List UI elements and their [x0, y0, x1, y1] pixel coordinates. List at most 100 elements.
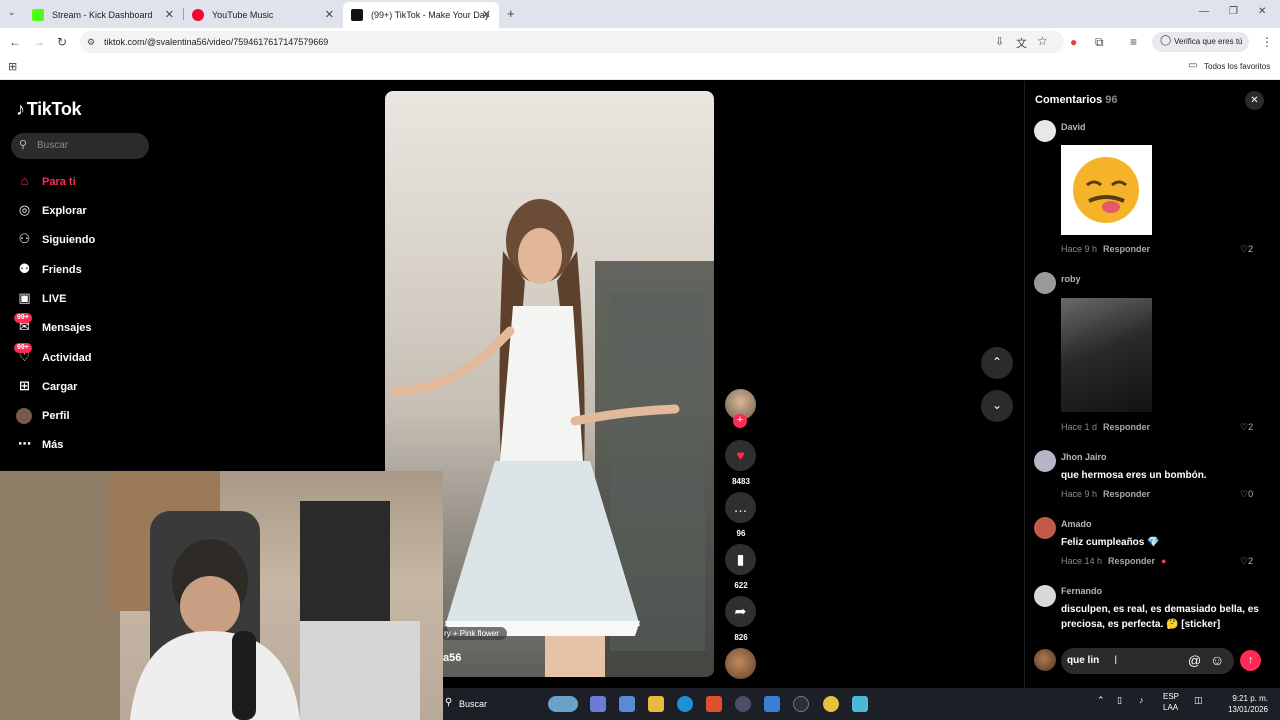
avatar[interactable]: [1034, 120, 1056, 142]
next-video-button[interactable]: ⌄: [981, 390, 1013, 422]
webcam-overlay: [0, 471, 443, 720]
like-count: 8483: [732, 477, 750, 486]
share-icon: ➦: [734, 603, 747, 619]
url-text[interactable]: tiktok.com/@svalentina56/video/759461761…: [104, 37, 328, 47]
tab-tiktok[interactable]: (99+) TikTok - Make Your Day ✕: [343, 2, 499, 28]
apps-icon[interactable]: ⊞: [8, 60, 17, 73]
battery-icon[interactable]: ▯: [1117, 695, 1122, 706]
kick-favicon: [32, 9, 44, 21]
reply-button[interactable]: Responder: [1108, 556, 1155, 566]
network-icon[interactable]: ◫: [1194, 695, 1203, 706]
comment-author[interactable]: Amado: [1061, 519, 1092, 529]
close-icon[interactable]: ✕: [482, 8, 491, 21]
my-avatar: [1034, 649, 1056, 671]
save-button[interactable]: ▮: [725, 544, 756, 575]
notepad-icon[interactable]: [852, 696, 868, 712]
brave-icon[interactable]: [706, 696, 722, 712]
close-icon[interactable]: ✕: [165, 8, 174, 21]
forward-icon[interactable]: →: [33, 35, 45, 49]
avatar[interactable]: [1034, 450, 1056, 472]
translate-icon[interactable]: 文: [1016, 35, 1027, 51]
reply-button[interactable]: Responder: [1103, 244, 1150, 254]
site-info-icon[interactable]: ⚙: [87, 37, 95, 48]
minimize-icon[interactable]: —: [1199, 6, 1209, 17]
comment-image[interactable]: [1061, 298, 1152, 412]
comment-like[interactable]: ♡2: [1240, 244, 1253, 255]
share-count: 826: [734, 633, 748, 642]
avatar[interactable]: [1034, 585, 1056, 607]
music-disc-avatar[interactable]: [725, 648, 756, 679]
comment-like[interactable]: ♡2: [1240, 556, 1253, 567]
author-caption[interactable]: a56: [443, 652, 461, 664]
comment-time: Hace 9 h: [1061, 244, 1098, 254]
heart-outline-icon: ♡: [1240, 556, 1249, 566]
comment-like[interactable]: ♡2: [1240, 422, 1253, 433]
comment-time: Hace 1 d: [1061, 422, 1098, 432]
logo-text: TikTok: [26, 99, 82, 119]
chevron-up-icon[interactable]: ⌃: [1097, 695, 1105, 706]
comment-button[interactable]: …: [725, 492, 756, 523]
reply-button[interactable]: Responder: [1103, 489, 1150, 499]
tab-kick[interactable]: Stream - Kick Dashboard ✕: [24, 2, 182, 28]
comment-like[interactable]: ♡0: [1240, 489, 1253, 500]
install-icon[interactable]: ⇩: [995, 35, 1004, 48]
window-close-icon[interactable]: ✕: [1258, 6, 1266, 17]
new-tab-icon[interactable]: +: [507, 6, 515, 21]
menu-icon[interactable]: ⋮: [1261, 35, 1273, 49]
comment-author[interactable]: David: [1061, 122, 1086, 132]
search-input[interactable]: ⚲ Buscar: [11, 133, 149, 159]
previous-video-button[interactable]: ⌃: [981, 347, 1013, 379]
store-icon[interactable]: [619, 696, 635, 712]
comment-author[interactable]: Jhon Jairo: [1061, 452, 1107, 462]
reply-button[interactable]: Responder: [1103, 422, 1150, 432]
tab-title: YouTube Music: [212, 10, 274, 20]
taskbar-search-label: Buscar: [459, 699, 488, 709]
close-comments-button[interactable]: ✕: [1245, 91, 1264, 110]
language-code[interactable]: ESP: [1163, 692, 1179, 701]
obs-icon[interactable]: [793, 696, 809, 712]
comment-input-value[interactable]: que lin: [1067, 655, 1099, 666]
chrome-icon[interactable]: [823, 696, 839, 712]
like-button[interactable]: ♥: [725, 440, 756, 471]
send-button[interactable]: ↑: [1240, 650, 1261, 671]
music-caption[interactable]: ry + Pink flower: [440, 627, 507, 640]
mail-icon[interactable]: [764, 696, 780, 712]
comment-author[interactable]: Fernando: [1061, 586, 1102, 596]
comment-meta: Hace 14 h Responder ●: [1061, 556, 1166, 566]
maximize-icon[interactable]: ❐: [1229, 6, 1238, 17]
clock[interactable]: 9:21 p. m. 13/01/2026: [1214, 693, 1268, 715]
back-icon[interactable]: ←: [9, 35, 21, 49]
file-explorer-icon[interactable]: [648, 696, 664, 712]
comment-like-count: 2: [1248, 556, 1254, 566]
media-control-icon[interactable]: ≡: [1130, 35, 1137, 49]
weather-widget-icon[interactable]: [548, 696, 578, 712]
tab-search-icon[interactable]: ⌄: [8, 7, 16, 18]
edge-icon[interactable]: [677, 696, 693, 712]
all-bookmarks-label[interactable]: Todos los favoritos: [1204, 62, 1270, 71]
more-icon: ⋯: [18, 436, 31, 451]
follow-plus-icon[interactable]: +: [733, 414, 747, 428]
avatar[interactable]: [1034, 517, 1056, 539]
tab-youtube-music[interactable]: YouTube Music ✕: [184, 2, 342, 28]
app-icon[interactable]: [735, 696, 751, 712]
microphone-icon[interactable]: ♪: [1139, 695, 1144, 705]
tiktok-logo[interactable]: ♪ TikTok: [16, 99, 82, 120]
bookmark-star-icon[interactable]: ☆: [1037, 34, 1048, 48]
comment-like-count: 2: [1248, 422, 1254, 432]
comment-sticker: [1061, 145, 1152, 235]
comment-author[interactable]: roby: [1061, 274, 1081, 284]
home-icon: ⌂: [20, 173, 29, 188]
profile-icon: ◯: [1160, 35, 1172, 46]
youtube-music-favicon: [192, 9, 204, 21]
reload-icon[interactable]: ↻: [57, 35, 67, 49]
extensions-icon[interactable]: ⧉: [1095, 35, 1104, 50]
copilot-icon[interactable]: [590, 696, 606, 712]
comment-count: 96: [736, 529, 746, 538]
extension-icon[interactable]: ●: [1070, 35, 1077, 49]
share-button[interactable]: ➦: [725, 596, 756, 627]
tired-face-emoji: [1073, 157, 1139, 223]
mention-icon[interactable]: @: [1188, 653, 1201, 668]
emoji-icon[interactable]: ☺: [1210, 652, 1224, 668]
avatar[interactable]: [1034, 272, 1056, 294]
close-icon[interactable]: ✕: [325, 8, 334, 21]
